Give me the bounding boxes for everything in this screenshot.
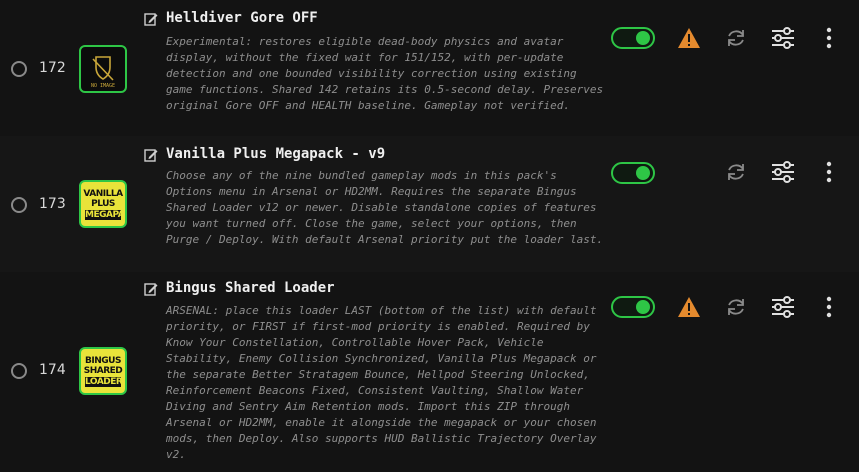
mod-index: 172 xyxy=(39,60,66,76)
mod-select-radio[interactable] xyxy=(11,197,27,213)
mod-description: Experimental: restores eligible dead-bod… xyxy=(166,35,604,112)
settings-sliders-icon[interactable] xyxy=(770,295,796,319)
mod-index: 174 xyxy=(39,362,66,378)
thumbnail-logo: BINGUS SHARED LOADER xyxy=(83,356,123,387)
sync-icon[interactable] xyxy=(724,26,748,50)
mod-title: Bingus Shared Loader xyxy=(166,280,335,296)
thumbnail-title: VANILLA PLUS xyxy=(83,189,123,209)
sync-icon[interactable] xyxy=(724,160,748,184)
mod-index: 173 xyxy=(39,196,66,212)
mod-enabled-toggle[interactable] xyxy=(611,27,655,49)
edit-icon[interactable] xyxy=(144,12,158,26)
toggle-knob xyxy=(636,166,650,180)
settings-sliders-icon[interactable] xyxy=(770,26,796,50)
mod-row: 172 NO IMAGE Helldiver Gore OFF Experime… xyxy=(0,0,859,136)
thumbnail-logo: VANILLA PLUS MEGAPACK xyxy=(83,189,125,220)
toggle-knob xyxy=(636,300,650,314)
more-options-icon[interactable] xyxy=(825,161,833,183)
thumbnail-label: NO IMAGE xyxy=(91,83,115,89)
mod-title: Helldiver Gore OFF xyxy=(166,10,318,26)
mod-thumbnail[interactable]: VANILLA PLUS MEGAPACK xyxy=(79,180,127,228)
mod-enabled-toggle[interactable] xyxy=(611,162,655,184)
mod-row: 173 VANILLA PLUS MEGAPACK Vanilla Plus M… xyxy=(0,136,859,272)
mod-select-radio[interactable] xyxy=(11,363,27,379)
thumbnail-title: BINGUS SHARED xyxy=(83,356,123,376)
more-options-icon[interactable] xyxy=(825,296,833,318)
edit-icon[interactable] xyxy=(144,282,158,296)
more-options-icon[interactable] xyxy=(825,27,833,49)
thumbnail-subtitle: MEGAPACK xyxy=(85,210,125,220)
warning-icon xyxy=(678,28,700,48)
mod-select-radio[interactable] xyxy=(11,61,27,77)
sync-icon[interactable] xyxy=(724,295,748,319)
settings-sliders-icon[interactable] xyxy=(770,160,796,184)
mod-enabled-toggle[interactable] xyxy=(611,296,655,318)
warning-icon xyxy=(678,297,700,317)
mod-thumbnail[interactable]: NO IMAGE xyxy=(79,45,127,93)
mod-title: Vanilla Plus Megapack - v9 xyxy=(166,146,386,162)
thumbnail-subtitle: LOADER xyxy=(85,377,123,387)
mod-description: Choose any of the nine bundled gameplay … xyxy=(166,169,604,246)
mod-thumbnail[interactable]: BINGUS SHARED LOADER xyxy=(79,347,127,395)
no-image-icon: NO IMAGE xyxy=(91,56,115,89)
edit-icon[interactable] xyxy=(144,148,158,162)
toggle-knob xyxy=(636,31,650,45)
mod-row: 174 BINGUS SHARED LOADER Bingus Shared L… xyxy=(0,272,859,472)
mod-description: ARSENAL: place this loader LAST (bottom … xyxy=(166,304,597,461)
